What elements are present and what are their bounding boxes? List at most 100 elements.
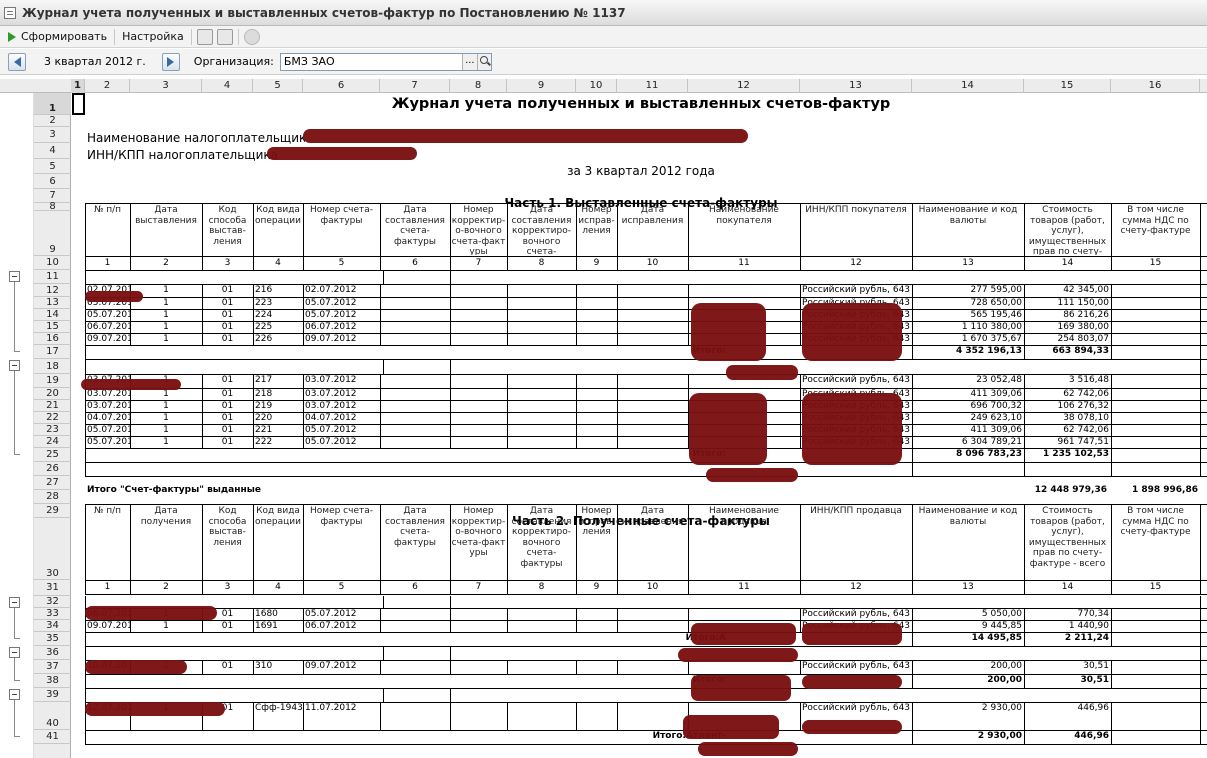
- group-total-vat: 663 894,33: [1052, 346, 1109, 356]
- column-header-6[interactable]: 6: [303, 79, 380, 93]
- invoice-method-code: 1: [163, 437, 169, 447]
- row-header-28[interactable]: 28: [34, 490, 71, 504]
- collapse-group-icon[interactable]: [9, 271, 20, 282]
- part1-column-number: 15: [1149, 258, 1162, 268]
- row-header-25[interactable]: 25: [34, 448, 71, 462]
- column-header-4[interactable]: 4: [202, 79, 253, 93]
- row-header-13[interactable]: 13: [34, 297, 71, 309]
- row-header-18[interactable]: 18: [34, 359, 71, 374]
- invoice-operation-code: 01: [221, 413, 234, 423]
- part2-column-number: 11: [738, 582, 750, 592]
- organization-field[interactable]: БМЗ ЗАО ...: [279, 52, 492, 71]
- row-header-37[interactable]: 37: [34, 660, 71, 674]
- row-header-15[interactable]: 15: [34, 321, 71, 333]
- invoice-method-code: 1: [163, 401, 169, 411]
- row-header-1[interactable]: 1: [34, 93, 71, 115]
- row-header-34[interactable]: 34: [34, 620, 71, 632]
- row-header-12[interactable]: 12: [34, 284, 71, 297]
- taxpayer-name-label: Наименование налогоплательщика:: [87, 131, 305, 145]
- row-header-16[interactable]: 16: [34, 333, 71, 345]
- collapse-group-icon[interactable]: [9, 647, 20, 658]
- row-header-5[interactable]: 5: [34, 159, 71, 174]
- row-header-14[interactable]: 14: [34, 309, 71, 321]
- part1-column-number: 14: [1061, 258, 1074, 268]
- row-header-20[interactable]: 20: [34, 388, 71, 400]
- settings-button[interactable]: Настройка: [118, 27, 188, 47]
- column-header-9[interactable]: 9: [507, 79, 576, 93]
- row-header-32[interactable]: 32: [34, 596, 71, 608]
- row-header-10[interactable]: 10: [34, 256, 71, 270]
- invoice-amount: 9 445,85: [981, 621, 1022, 631]
- row-header-3[interactable]: 3: [34, 127, 71, 143]
- collapse-group-icon[interactable]: [9, 689, 20, 700]
- spreadsheet-area[interactable]: Журнал учета полученных и выставленных с…: [71, 93, 1207, 758]
- column-header-14[interactable]: 14: [912, 79, 1024, 93]
- column-header-8[interactable]: 8: [450, 79, 507, 93]
- grid-line: [85, 270, 86, 284]
- column-header-5[interactable]: 5: [253, 79, 303, 93]
- row-header-39[interactable]: 39: [34, 688, 71, 702]
- row-header-35[interactable]: 35: [34, 632, 71, 646]
- grid-line: [507, 297, 508, 309]
- group-total-amount: 4 352 196,13: [955, 346, 1022, 356]
- row-header-24[interactable]: 24: [34, 436, 71, 448]
- redacted-seller-names: [691, 675, 791, 701]
- column-header-11[interactable]: 11: [617, 79, 688, 93]
- column-header-7[interactable]: 7: [380, 79, 450, 93]
- grid-line: [507, 660, 508, 674]
- print-icon[interactable]: [216, 28, 233, 45]
- next-period-button[interactable]: [161, 52, 180, 71]
- row-header-8[interactable]: 8: [34, 202, 71, 212]
- row-header-31[interactable]: 31: [34, 580, 71, 596]
- invoice-invoice-number: 225: [255, 322, 273, 332]
- invoice-invoice-date: 05.07.2012: [305, 310, 357, 320]
- row-header-19[interactable]: 19: [34, 374, 71, 388]
- row-header-17[interactable]: 17: [34, 345, 71, 359]
- column-header-13[interactable]: 13: [800, 79, 912, 93]
- row-header-33[interactable]: 33: [34, 608, 71, 620]
- row-header-11[interactable]: 11: [34, 270, 71, 284]
- row-header-22[interactable]: 22: [34, 412, 71, 424]
- row-header-36[interactable]: 36: [34, 646, 71, 660]
- grid-line: [450, 374, 451, 388]
- group-total-amount: 14 495,85: [971, 633, 1022, 643]
- toolbar-separator: [190, 28, 192, 45]
- column-header-10[interactable]: 10: [576, 79, 617, 93]
- column-header-3[interactable]: 3: [130, 79, 202, 93]
- row-header-6[interactable]: 6: [34, 174, 71, 189]
- collapse-group-icon[interactable]: [9, 360, 20, 371]
- grid-line: [576, 374, 577, 388]
- invoice-amount: 200,00: [990, 661, 1023, 671]
- help-icon[interactable]: [243, 28, 260, 45]
- row-header-27[interactable]: 27: [34, 476, 71, 490]
- column-header-2[interactable]: 2: [85, 79, 130, 93]
- invoice-amount: 249 623,10: [970, 413, 1022, 423]
- column-header-15[interactable]: 15: [1024, 79, 1111, 93]
- grid-line: [617, 424, 618, 436]
- column-header-12[interactable]: 12: [688, 79, 800, 93]
- row-header-41[interactable]: 41: [34, 730, 71, 744]
- row-header-21[interactable]: 21: [34, 400, 71, 412]
- invoice-amount: 23 052,48: [976, 375, 1022, 385]
- invoice-invoice-date: 03.07.2012: [305, 401, 357, 411]
- column-header-1[interactable]: 1: [71, 79, 85, 93]
- row-header-30[interactable]: 30: [34, 518, 71, 580]
- redacted-buyer-inn: [802, 303, 902, 361]
- invoice-amount: 2 930,00: [981, 703, 1022, 713]
- row-header-9[interactable]: 9: [34, 211, 71, 256]
- row-header-38[interactable]: 38: [34, 674, 71, 688]
- row-header-40[interactable]: 40: [34, 702, 71, 730]
- collapse-group-icon[interactable]: [9, 597, 20, 608]
- part2-header-5: Номер счета-фактуры: [310, 506, 373, 527]
- export-icon[interactable]: [196, 28, 213, 45]
- previous-period-button[interactable]: [8, 52, 26, 71]
- row-header-23[interactable]: 23: [34, 424, 71, 436]
- row-header-4[interactable]: 4: [34, 143, 71, 159]
- row-header-26[interactable]: 26: [34, 462, 71, 476]
- select-button[interactable]: ...: [461, 53, 477, 70]
- generate-button[interactable]: Сформировать: [4, 27, 111, 47]
- search-icon[interactable]: [476, 53, 491, 70]
- column-header-16[interactable]: 16: [1111, 79, 1200, 93]
- row-header-29[interactable]: 29: [34, 504, 71, 518]
- row-header-2[interactable]: 2: [34, 115, 71, 127]
